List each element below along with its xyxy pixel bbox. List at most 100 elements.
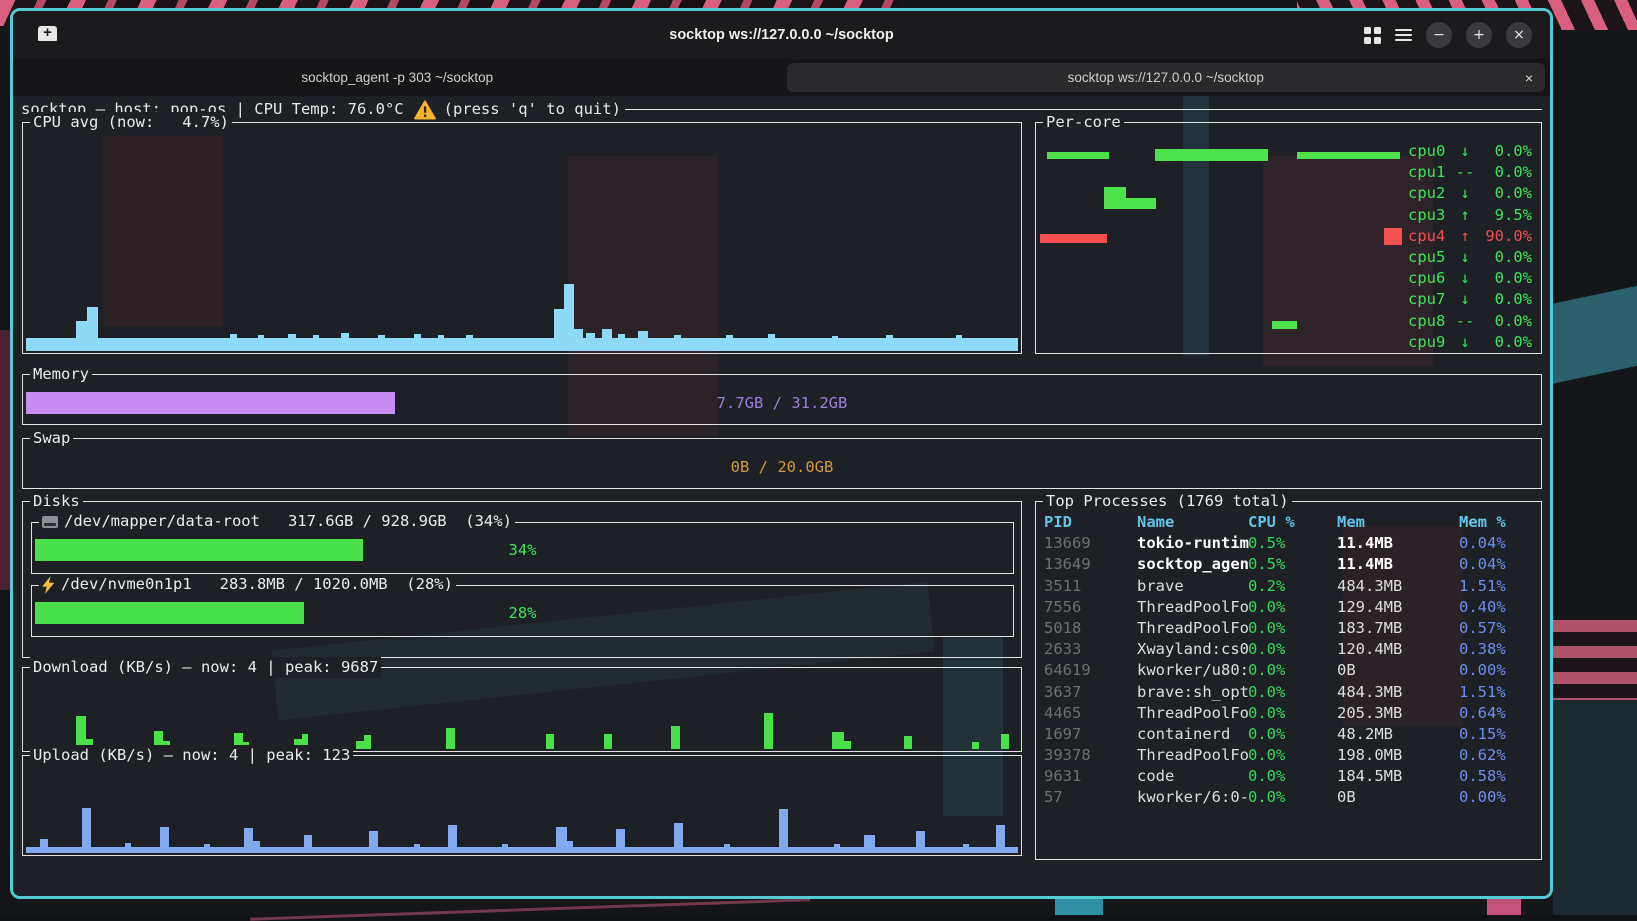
process-mem: 120.4MB	[1337, 639, 1402, 660]
chart-bar	[996, 825, 1005, 853]
core-name: cpu8	[1408, 311, 1454, 332]
process-row: 13649socktop_agen0.5%11.4MB0.04%	[1044, 554, 1535, 575]
core-usage-value: 0.0%	[1476, 247, 1532, 268]
process-pid: 64619	[1044, 660, 1091, 681]
maximize-button[interactable]: +	[1466, 22, 1492, 48]
process-cpu: 0.0%	[1248, 618, 1285, 639]
disk-usage-percent: 28%	[32, 602, 1013, 624]
process-mem: 484.3MB	[1337, 576, 1402, 597]
chart-bar	[832, 336, 838, 351]
new-tab-button[interactable]: +	[37, 24, 59, 44]
process-name: ThreadPoolFo	[1137, 745, 1249, 766]
core-trend-icon: ↑	[1454, 226, 1476, 247]
chart-bar	[204, 844, 210, 853]
core-trend-icon: --	[1454, 162, 1476, 183]
process-row: 7556ThreadPoolFo0.0%129.4MB0.40%	[1044, 597, 1535, 618]
chart-bar	[414, 844, 420, 853]
core-row-cpu0: cpu0↓0.0%	[1408, 141, 1532, 162]
socktop-tui: socktop — host: pop-os | CPU Temp: 76.0°…	[13, 96, 1550, 896]
core-history-segment	[1272, 321, 1297, 329]
core-usage-value: 0.0%	[1476, 162, 1532, 183]
tab-socktop[interactable]: socktop ws://127.0.0.0 ~/socktop ×	[787, 63, 1546, 92]
core-trend-icon: ↓	[1454, 289, 1476, 310]
process-mem: 11.4MB	[1337, 533, 1393, 554]
top-processes-title: Top Processes (1769 total)	[1043, 491, 1292, 512]
disks-panel: Disks /dev/mapper/data-root 317.6GB / 92…	[22, 501, 1022, 658]
process-mem: 183.7MB	[1337, 618, 1402, 639]
process-mem-percent: 0.40%	[1459, 597, 1506, 618]
core-history-segment	[1155, 149, 1268, 161]
column-mem: Mem	[1337, 512, 1365, 533]
process-mem-percent: 0.57%	[1459, 618, 1506, 639]
process-mem: 0B	[1337, 660, 1356, 681]
wallpaper-accent	[1553, 620, 1637, 710]
disk-nvme0n1p1: /dev/nvme0n1p1 283.8MB / 1020.0MB (28%) …	[31, 585, 1014, 637]
process-cpu: 0.0%	[1248, 597, 1285, 618]
process-name: containerd	[1137, 724, 1230, 745]
process-name: ThreadPoolFo	[1137, 703, 1249, 724]
chart-bar	[76, 321, 87, 351]
process-mem-percent: 0.64%	[1459, 703, 1506, 724]
close-button[interactable]: ×	[1506, 22, 1532, 48]
core-name: cpu7	[1408, 289, 1454, 310]
core-name: cpu4	[1408, 226, 1454, 247]
chart-bar	[253, 841, 260, 853]
chart-bar	[341, 333, 349, 351]
process-pid: 9631	[1044, 766, 1081, 787]
process-name: kworker/6:0-	[1137, 787, 1249, 808]
process-rows: 13669tokio-runtim0.5%11.4MB0.04%13649soc…	[1044, 533, 1535, 808]
chart-bar	[564, 284, 574, 351]
chart-bar	[779, 809, 788, 853]
process-mem-percent: 0.00%	[1459, 660, 1506, 681]
memory-panel-title: Memory	[30, 364, 92, 385]
process-name: brave	[1137, 576, 1184, 597]
core-history-segment	[1047, 152, 1109, 159]
chart-bar	[844, 741, 851, 749]
chart-baseline	[26, 338, 1018, 351]
menu-button[interactable]	[1395, 29, 1412, 42]
tab-close-icon[interactable]: ×	[1525, 70, 1533, 86]
core-usage-value: 0.0%	[1476, 141, 1532, 162]
process-cpu: 0.0%	[1248, 639, 1285, 660]
column-mem-percent: Mem %	[1459, 512, 1506, 533]
process-cpu: 0.0%	[1248, 724, 1285, 745]
process-pid: 2633	[1044, 639, 1081, 660]
chart-bar	[726, 335, 733, 351]
chart-bar	[438, 335, 444, 351]
core-trend-icon: ↓	[1454, 141, 1476, 162]
process-pid: 13649	[1044, 554, 1091, 575]
chart-bar	[963, 844, 969, 853]
disk-usage-percent: 34%	[32, 539, 1013, 561]
core-history-segment	[1104, 187, 1126, 209]
chart-bar	[556, 827, 567, 853]
process-name: tokio-runtim	[1137, 533, 1249, 554]
tab-overview-button[interactable]	[1364, 27, 1381, 44]
cpu-avg-spark	[26, 125, 1018, 351]
per-core-list: cpu0↓0.0%cpu1--0.0%cpu2↓0.0%cpu3↑9.5%cpu…	[1408, 141, 1532, 353]
process-table-header: PID Name CPU % Mem Mem %	[1044, 512, 1535, 533]
tui-header: socktop — host: pop-os | CPU Temp: 76.0°…	[21, 99, 1542, 120]
chart-bar	[972, 742, 979, 749]
chart-bar	[674, 335, 681, 351]
wallpaper-accent	[1551, 286, 1637, 384]
disk-label: /dev/nvme0n1p1 283.8MB / 1020.0MB (28%)	[39, 574, 456, 595]
core-alert-marker	[1384, 228, 1402, 245]
process-row: 13669tokio-runtim0.5%11.4MB0.04%	[1044, 533, 1535, 554]
chart-bar	[304, 835, 312, 853]
process-mem: 129.4MB	[1337, 597, 1402, 618]
process-mem: 198.0MB	[1337, 745, 1402, 766]
core-name: cpu2	[1408, 183, 1454, 204]
core-usage-value: 0.0%	[1476, 332, 1532, 353]
quit-hint-text: (press 'q' to quit)	[444, 99, 621, 120]
core-usage-value: 0.0%	[1476, 183, 1532, 204]
warning-icon	[414, 100, 436, 120]
core-usage-value: 90.0%	[1476, 226, 1532, 247]
chart-bar	[414, 334, 421, 351]
core-usage-value: 0.0%	[1476, 289, 1532, 310]
download-chart	[26, 670, 1018, 749]
disk-data-root: /dev/mapper/data-root 317.6GB / 928.9GB …	[31, 522, 1014, 574]
wallpaper-accent	[1055, 897, 1103, 915]
tab-socktop-agent[interactable]: socktop_agent -p 303 ~/socktop	[18, 63, 777, 92]
minimize-button[interactable]: −	[1426, 22, 1452, 48]
process-row: 57kworker/6:0-0.0%0B0.00%	[1044, 787, 1535, 808]
